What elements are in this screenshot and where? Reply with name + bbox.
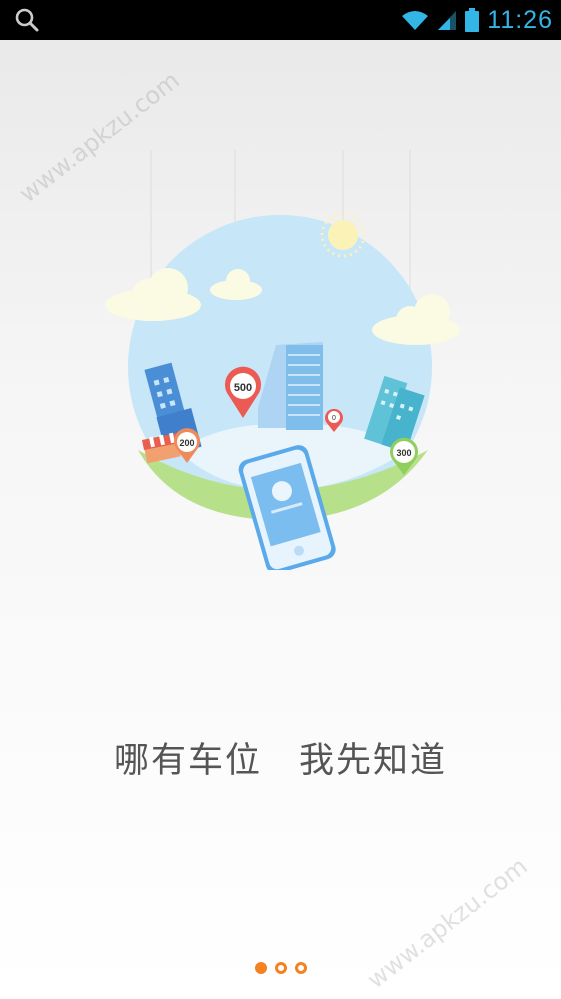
wifi-icon [402, 11, 429, 30]
hero-illustration: 500 200 300 0 [105, 150, 460, 570]
status-bar: 11:26 [0, 0, 561, 40]
signal-icon [438, 11, 457, 30]
pin-label-0: 0 [332, 415, 336, 422]
onboarding-slogan: 哪有车位 我先知道 [113, 741, 447, 781]
page-dot-3[interactable] [294, 962, 307, 974]
page-dot-1[interactable] [254, 962, 267, 974]
battery-icon [465, 8, 480, 32]
pin-label-500: 500 [234, 382, 252, 394]
search-icon[interactable] [14, 7, 40, 33]
pin-label-300: 300 [396, 448, 411, 458]
page-indicator [0, 962, 561, 974]
pin-label-200: 200 [179, 438, 194, 448]
status-time: 11:26 [487, 5, 553, 34]
page-dot-2[interactable] [274, 962, 287, 974]
